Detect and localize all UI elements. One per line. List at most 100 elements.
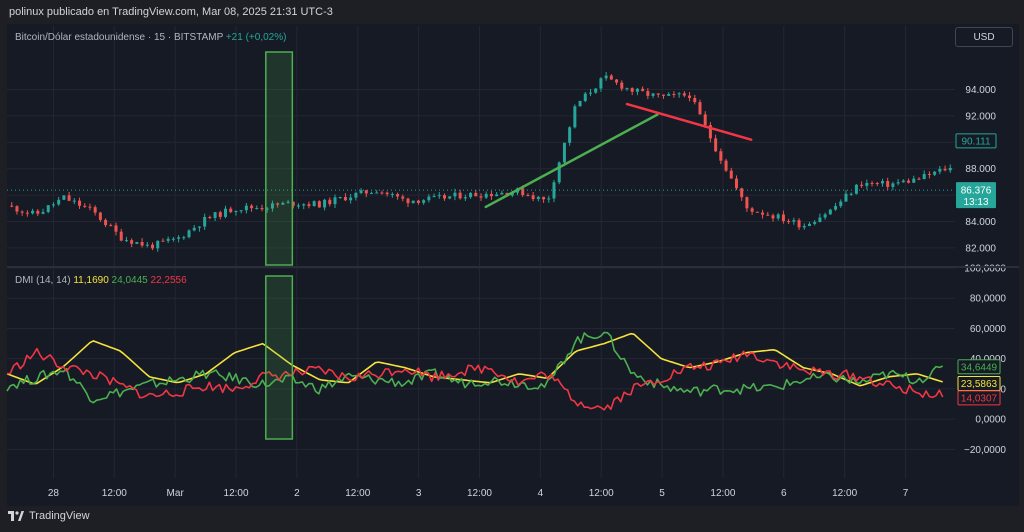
candle-body [260,208,264,210]
candle-body [771,215,775,219]
candle-body [234,211,238,213]
candle-body [140,241,144,246]
highlight-box [265,275,294,440]
dmi-minus-di-value: 22,2556 [150,275,187,286]
candle-body [912,178,916,183]
candle-body [568,127,572,143]
candle-body [875,183,879,185]
candle-body [807,223,811,226]
candle-body [20,211,24,213]
x-tick-label: 4 [538,488,544,499]
candle-body [542,196,546,200]
candle-body [57,199,61,205]
price-tick-label: 92.000 [965,111,996,122]
footer-brand[interactable]: TradingView [8,510,90,522]
candle-body [573,106,577,128]
footer-brand-label: TradingView [29,510,90,522]
candle-body [792,220,796,222]
price-label-text: 90.111 [961,136,991,147]
candle-body [218,212,222,217]
dmi-tick-label: 60,0000 [970,324,1007,335]
candle-body [187,230,191,238]
candle-body [635,88,639,92]
candle-body [88,206,92,208]
candle-body [745,197,749,209]
candle-body [677,93,681,95]
candle-body [880,181,884,184]
candle-body [171,238,175,240]
candle-body [703,114,707,126]
candle-body [891,183,895,187]
candle-body [761,212,765,215]
x-tick-label: 12:00 [345,488,370,499]
candle-body [98,212,102,220]
currency-button[interactable]: USD [955,27,1013,47]
candle-body [177,237,181,239]
candle-body [854,184,858,194]
candle-body [239,210,243,212]
candle-body [161,240,165,242]
candle-body [870,182,874,184]
x-tick-label: 12:00 [710,488,735,499]
candle-body [672,94,676,96]
candle-body [312,201,316,207]
candle-body [385,192,389,195]
candle-body [620,82,624,89]
candle-body [562,142,566,163]
candle-body [359,190,363,193]
candle-body [354,192,358,198]
candle-body [109,225,113,227]
trendline [484,113,659,209]
price-tick-label: 82.000 [965,243,996,254]
price-tick-label: 94.000 [965,85,996,96]
symbol-change: +21 (+0,02%) [225,32,287,43]
candle-body [411,200,415,204]
dmi-tick-label: 80,0000 [970,294,1007,305]
candle-body [604,75,608,79]
candle-body [124,240,128,242]
candle-body [907,180,911,183]
candle-body [41,211,45,214]
dmi-series-line [7,347,944,411]
chart-canvas[interactable]: 28 12:00 Mar 12:00 2 12:00 3 12:00 4 12:00 5 12:00 6… [0,0,1024,532]
candle-body [849,193,853,195]
candle-body [448,196,452,199]
candle-body [896,182,900,184]
candle-body [328,199,332,205]
candle-body [651,93,655,96]
candle-body [531,195,535,200]
candle-body [244,205,248,211]
candle-body [917,178,921,180]
tradingview-logo-icon [8,511,24,521]
candle-body [479,196,483,198]
x-tick-label: 12:00 [589,488,614,499]
candle-body [656,93,660,95]
candle-body [661,94,665,96]
candle-body [734,178,738,189]
candle-body [78,200,82,206]
candle-body [927,173,931,175]
candle-body [818,217,822,223]
dmi-tick-label: 100,0000 [964,264,1006,275]
candle-body [203,216,207,227]
candle-body [25,212,29,214]
candle-body [526,195,530,197]
candle-body [323,199,327,208]
candle-body [682,93,686,96]
candle-body [130,240,134,244]
candle-body [495,194,499,197]
x-tick-label: 5 [659,488,665,499]
candle-body [453,192,457,197]
candle-body [250,205,254,209]
candle-body [615,79,619,83]
candle-body [224,208,228,217]
candle-body [15,206,19,212]
candle-body [641,88,645,92]
candle-body [922,173,926,180]
candle-body [156,240,160,249]
x-tick-label: 2 [294,488,300,499]
candle-body [302,204,306,206]
candle-body [729,170,733,179]
candle-body [583,93,587,102]
candle-body [166,238,170,241]
